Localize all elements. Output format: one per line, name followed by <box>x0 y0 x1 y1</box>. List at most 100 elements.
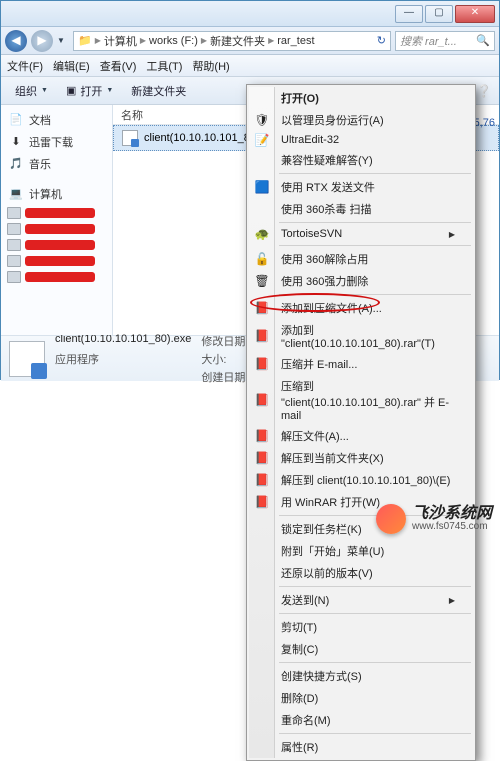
drive-icon <box>7 207 21 219</box>
menu-tools[interactable]: 工具(T) <box>146 58 182 74</box>
context-menu-separator <box>279 245 471 246</box>
chevron-right-icon[interactable]: ▶ <box>95 36 101 45</box>
download-icon: ⬇ <box>9 135 23 149</box>
details-mod-label: 修改日期: <box>201 333 248 349</box>
menu-bar: 文件(F) 编辑(E) 查看(V) 工具(T) 帮助(H) <box>1 55 499 77</box>
organize-button[interactable]: 组织▼ <box>7 80 56 102</box>
search-input[interactable]: 搜索 rar_t... 🔍 <box>395 31 495 51</box>
breadcrumb-seg[interactable]: 计算机 <box>104 33 137 49</box>
context-menu-item[interactable]: 📝 UltraEdit-32 <box>249 131 473 149</box>
context-menu-item[interactable]: 🐢TortoiseSVN▶ <box>249 225 473 243</box>
context-menu-item-icon: 📝 <box>254 132 270 148</box>
context-menu-item-icon: 📕 <box>254 472 270 488</box>
menu-file[interactable]: 文件(F) <box>7 58 43 74</box>
context-menu-item[interactable]: 📕添加到 "client(10.10.10.101_80).rar"(T) <box>249 319 473 353</box>
context-menu-item-icon <box>254 641 270 657</box>
forward-button[interactable]: ▶ <box>31 30 53 52</box>
context-menu-item[interactable]: 📕解压到当前文件夹(X) <box>249 447 473 469</box>
sidebar-drive[interactable] <box>1 269 112 285</box>
context-menu-item-label: 锁定到任务栏(K) <box>281 521 362 537</box>
maximize-button[interactable]: ▢ <box>425 5 453 23</box>
context-menu-item[interactable]: 使用 360杀毒 扫描 <box>249 198 473 220</box>
context-menu-item[interactable]: 📕解压文件(A)... <box>249 425 473 447</box>
redacted-text <box>25 272 95 282</box>
context-menu-item-label: 附到「开始」菜单(U) <box>281 543 384 559</box>
breadcrumb-seg[interactable]: 新建文件夹 <box>210 33 265 49</box>
context-menu-item[interactable]: 删除(D) <box>249 687 473 709</box>
context-menu-item[interactable]: 打开(O) <box>249 87 473 109</box>
context-menu-item[interactable]: 📕压缩并 E-mail... <box>249 353 473 375</box>
context-menu-item-label: 使用 RTX 发送文件 <box>281 179 375 195</box>
folder-icon: 📁 <box>78 34 92 47</box>
context-menu-item[interactable]: 创建快捷方式(S) <box>249 665 473 687</box>
breadcrumb-seg[interactable]: works (F:) <box>149 35 198 47</box>
close-button[interactable]: ✕ <box>455 5 495 23</box>
menu-edit[interactable]: 编辑(E) <box>53 58 90 74</box>
sidebar-drive[interactable] <box>1 237 112 253</box>
back-button[interactable]: ◀ <box>5 30 27 52</box>
partial-text: 5,76 <box>474 117 495 129</box>
context-menu-item-icon <box>254 619 270 635</box>
context-menu-item-icon <box>254 543 270 559</box>
context-menu-item[interactable]: 剪切(T) <box>249 616 473 638</box>
context-menu-item-label: 压缩并 E-mail... <box>281 356 357 372</box>
history-dropdown-icon[interactable]: ▼ <box>57 36 69 45</box>
context-menu-item[interactable]: 📕添加到压缩文件(A)... <box>249 297 473 319</box>
sidebar-drive[interactable] <box>1 253 112 269</box>
context-menu-item[interactable]: 还原以前的版本(V) <box>249 562 473 584</box>
breadcrumb[interactable]: 📁 ▶ 计算机 ▶ works (F:) ▶ 新建文件夹 ▶ rar_test … <box>73 31 391 51</box>
newfolder-button[interactable]: 新建文件夹 <box>123 80 194 102</box>
context-menu: 打开(O)🛡以管理员身份运行(A)📝 UltraEdit-32 兼容性疑难解答(Y)… <box>246 84 476 761</box>
context-menu-item[interactable]: 🔓使用 360解除占用 <box>249 248 473 270</box>
context-menu-item[interactable]: 兼容性疑难解答(Y) <box>249 149 473 171</box>
address-bar: ◀ ▶ ▼ 📁 ▶ 计算机 ▶ works (F:) ▶ 新建文件夹 ▶ rar… <box>1 27 499 55</box>
context-menu-item[interactable]: 🗑使用 360强力删除 <box>249 270 473 292</box>
chevron-down-icon: ▼ <box>106 87 113 94</box>
context-menu-separator <box>279 294 471 295</box>
search-icon[interactable]: 🔍 <box>476 34 490 47</box>
context-menu-item[interactable]: 附到「开始」菜单(U) <box>249 540 473 562</box>
chevron-right-icon[interactable]: ▶ <box>201 36 207 45</box>
context-menu-item-label: 使用 360杀毒 扫描 <box>281 201 371 217</box>
context-menu-separator <box>279 173 471 174</box>
context-menu-item-icon: 📕 <box>254 328 270 344</box>
context-menu-item[interactable]: 📕 解压到 client(10.10.10.101_80)\(E) <box>249 469 473 491</box>
menu-view[interactable]: 查看(V) <box>100 58 137 74</box>
open-button[interactable]: ▣打开▼ <box>58 80 121 102</box>
details-size-label: 大小: <box>201 351 248 367</box>
titlebar: — ▢ ✕ <box>1 1 499 27</box>
navigation-pane[interactable]: 📄文档 ⬇迅雷下载 🎵音乐 💻计算机 <box>1 105 113 335</box>
context-menu-item[interactable]: 属性(R) <box>249 736 473 758</box>
context-menu-item[interactable]: 🛡以管理员身份运行(A) <box>249 109 473 131</box>
refresh-icon[interactable]: ↻ <box>377 34 386 47</box>
watermark: 飞沙系统网 www.fs0745.com <box>376 504 492 534</box>
context-menu-item-label: 剪切(T) <box>281 619 317 635</box>
context-menu-item[interactable]: 🟦 使用 RTX 发送文件 <box>249 176 473 198</box>
context-menu-item-label: 发送到(N) <box>281 592 329 608</box>
context-menu-item[interactable]: 发送到(N) ▶ <box>249 589 473 611</box>
breadcrumb-seg[interactable]: rar_test <box>277 35 314 47</box>
context-menu-item[interactable]: 重命名(M) <box>249 709 473 731</box>
context-menu-item-label: UltraEdit-32 <box>281 134 339 146</box>
redacted-text <box>25 208 95 218</box>
minimize-button[interactable]: — <box>395 5 423 23</box>
context-menu-item-icon <box>254 668 270 684</box>
sidebar-item-music[interactable]: 🎵音乐 <box>1 153 112 175</box>
sidebar-item-downloads[interactable]: ⬇迅雷下载 <box>1 131 112 153</box>
chevron-right-icon[interactable]: ▶ <box>268 36 274 45</box>
context-menu-item-label: 解压到 client(10.10.10.101_80)\(E) <box>281 472 450 488</box>
context-menu-item[interactable]: 复制(C) <box>249 638 473 660</box>
chevron-right-icon[interactable]: ▶ <box>140 36 146 45</box>
sidebar-drive[interactable] <box>1 221 112 237</box>
menu-help[interactable]: 帮助(H) <box>192 58 229 74</box>
sidebar-item-documents[interactable]: 📄文档 <box>1 109 112 131</box>
help-button[interactable]: ❔ <box>475 84 493 98</box>
submenu-arrow-icon: ▶ <box>449 596 455 605</box>
search-placeholder: 搜索 rar_t... <box>400 33 457 49</box>
context-menu-item[interactable]: 📕压缩到 "client(10.10.10.101_80).rar" 并 E-m… <box>249 375 473 425</box>
music-icon: 🎵 <box>9 157 23 171</box>
sidebar-item-computer[interactable]: 💻计算机 <box>1 183 112 205</box>
context-menu-item-icon: 🟦 <box>254 179 270 195</box>
watermark-title: 飞沙系统网 <box>412 506 492 522</box>
sidebar-drive[interactable] <box>1 205 112 221</box>
